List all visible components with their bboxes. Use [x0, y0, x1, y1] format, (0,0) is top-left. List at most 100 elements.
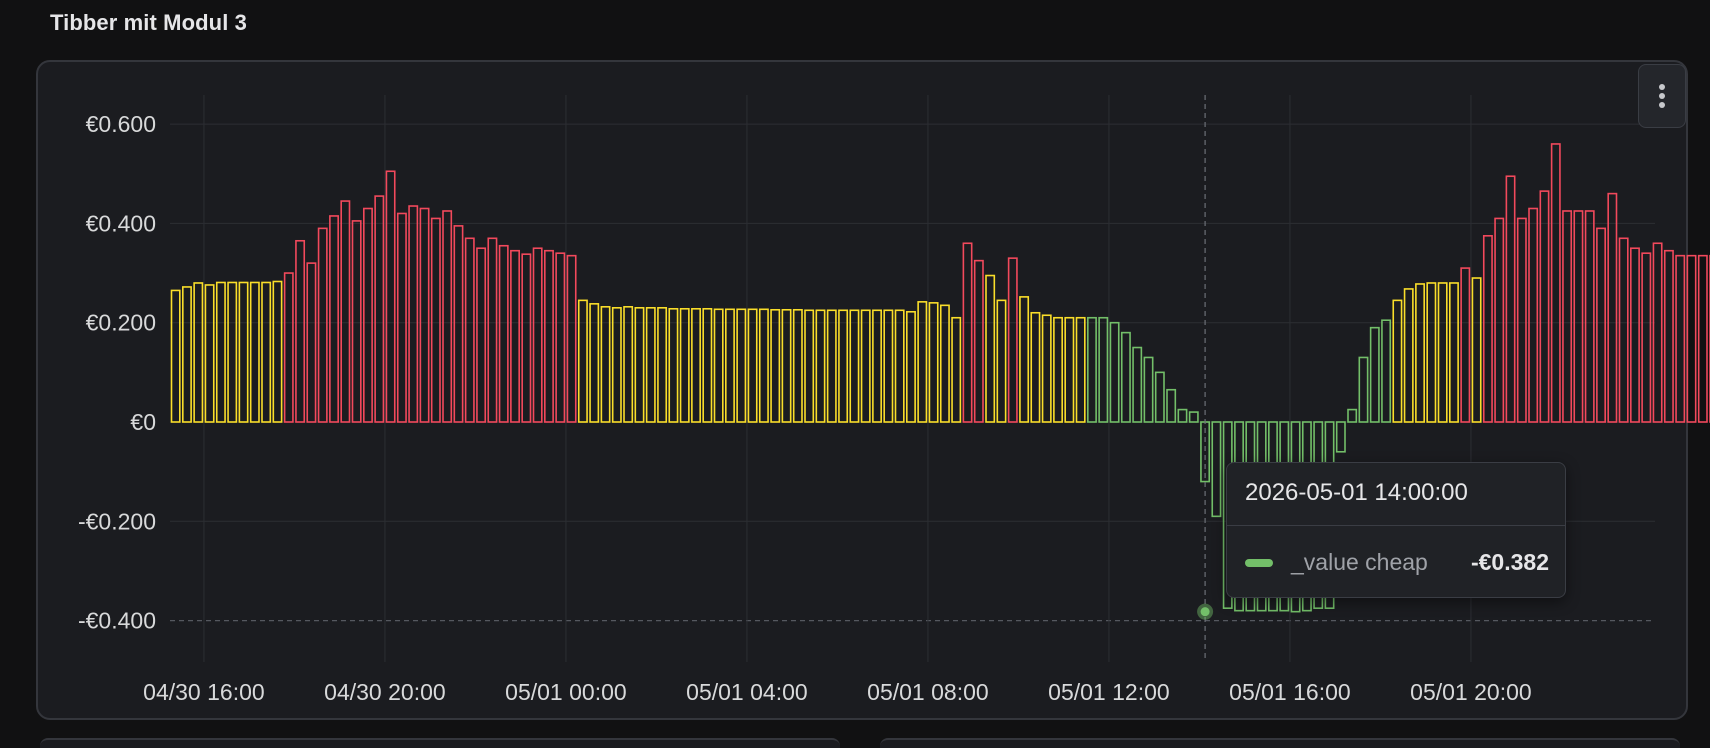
price-bar-expensive[interactable] — [1699, 256, 1707, 422]
price-bar-expensive[interactable] — [1642, 253, 1650, 422]
price-bar-chart[interactable]: €0.600€0.400€0.200€0-€0.200-€0.400 04/30… — [0, 0, 1710, 742]
price-bar-normal[interactable] — [918, 302, 926, 422]
panel-menu-button[interactable] — [1638, 64, 1686, 128]
price-bar-normal[interactable] — [669, 309, 677, 422]
price-bar-expensive[interactable] — [1563, 211, 1571, 422]
price-bar-cheap[interactable] — [1190, 412, 1198, 422]
price-bar-expensive[interactable] — [1529, 209, 1537, 422]
price-bar-normal[interactable] — [601, 307, 609, 422]
price-bar-expensive[interactable] — [296, 241, 304, 422]
price-bar-normal[interactable] — [850, 310, 858, 422]
price-bar-cheap[interactable] — [1348, 410, 1356, 422]
price-bar-cheap[interactable] — [1371, 328, 1379, 422]
price-bar-normal[interactable] — [624, 307, 632, 422]
price-bar-expensive[interactable] — [443, 211, 451, 422]
price-bar-expensive[interactable] — [1676, 256, 1684, 422]
price-bar-normal[interactable] — [658, 308, 666, 422]
price-bar-cheap[interactable] — [1382, 320, 1390, 422]
price-bar-normal[interactable] — [217, 282, 225, 422]
price-bar-normal[interactable] — [839, 310, 847, 422]
price-bar-normal[interactable] — [1054, 318, 1062, 422]
price-bar-expensive[interactable] — [409, 206, 417, 422]
price-bar-normal[interactable] — [613, 308, 621, 422]
price-bar-expensive[interactable] — [1009, 258, 1017, 422]
price-bar-cheap[interactable] — [1088, 318, 1096, 422]
price-bar-normal[interactable] — [647, 308, 655, 422]
price-bar-normal[interactable] — [579, 300, 587, 422]
price-bar-expensive[interactable] — [1574, 211, 1582, 422]
price-bar-cheap[interactable] — [1099, 318, 1107, 422]
price-bar-expensive[interactable] — [488, 238, 496, 422]
price-bar-expensive[interactable] — [1665, 251, 1673, 422]
price-bar-normal[interactable] — [635, 308, 643, 422]
price-bar-expensive[interactable] — [1506, 176, 1514, 422]
price-bar-normal[interactable] — [737, 309, 745, 422]
price-bar-cheap[interactable] — [1133, 348, 1141, 422]
price-bar-normal[interactable] — [782, 310, 790, 422]
price-bar-normal[interactable] — [703, 309, 711, 422]
price-bar-normal[interactable] — [1031, 313, 1039, 422]
price-bar-normal[interactable] — [1405, 289, 1413, 422]
price-bar-normal[interactable] — [862, 310, 870, 422]
price-bar-normal[interactable] — [997, 300, 1005, 422]
price-bar-expensive[interactable] — [364, 209, 372, 422]
price-bar-expensive[interactable] — [1540, 191, 1548, 422]
price-bar-expensive[interactable] — [1552, 144, 1560, 422]
price-bar-expensive[interactable] — [432, 218, 440, 422]
price-bar-expensive[interactable] — [1631, 248, 1639, 422]
price-bar-expensive[interactable] — [556, 253, 564, 422]
price-bar-normal[interactable] — [251, 282, 259, 422]
price-bar-cheap[interactable] — [1359, 357, 1367, 422]
price-bar-normal[interactable] — [681, 309, 689, 422]
price-bar-expensive[interactable] — [500, 246, 508, 422]
price-bar-expensive[interactable] — [307, 263, 315, 422]
price-bar-normal[interactable] — [873, 310, 881, 422]
price-bar-expensive[interactable] — [341, 201, 349, 422]
price-bar-expensive[interactable] — [353, 221, 361, 422]
price-bar-expensive[interactable] — [1518, 218, 1526, 422]
price-bar-normal[interactable] — [794, 310, 802, 422]
price-bar-normal[interactable] — [726, 309, 734, 422]
price-bar-expensive[interactable] — [1597, 228, 1605, 422]
price-bar-expensive[interactable] — [285, 273, 293, 422]
price-bar-normal[interactable] — [205, 285, 213, 422]
price-bar-normal[interactable] — [590, 304, 598, 422]
price-bar-normal[interactable] — [828, 310, 836, 422]
price-bar-cheap[interactable] — [1167, 390, 1175, 422]
price-bar-expensive[interactable] — [511, 251, 519, 422]
price-bar-expensive[interactable] — [1653, 243, 1661, 422]
price-bar-cheap[interactable] — [1144, 357, 1152, 422]
price-bar-expensive[interactable] — [567, 256, 575, 422]
price-bar-expensive[interactable] — [1687, 256, 1695, 422]
price-bar-expensive[interactable] — [420, 209, 428, 422]
price-bar-normal[interactable] — [1416, 284, 1424, 422]
price-bar-normal[interactable] — [1450, 283, 1458, 422]
price-bar-expensive[interactable] — [477, 248, 485, 422]
price-bar-normal[interactable] — [816, 310, 824, 422]
price-bar-cheap[interactable] — [1122, 333, 1130, 422]
price-bar-normal[interactable] — [805, 310, 813, 422]
price-bar-expensive[interactable] — [963, 243, 971, 422]
price-bar-expensive[interactable] — [466, 238, 474, 422]
price-bar-normal[interactable] — [1427, 283, 1435, 422]
price-bar-normal[interactable] — [228, 282, 236, 422]
price-bar-expensive[interactable] — [375, 196, 383, 422]
price-bar-cheap[interactable] — [1110, 323, 1118, 422]
price-bar-expensive[interactable] — [1484, 236, 1492, 422]
price-bar-normal[interactable] — [896, 310, 904, 422]
price-bar-normal[interactable] — [1393, 300, 1401, 422]
price-bar-normal[interactable] — [1472, 278, 1480, 422]
price-bar-normal[interactable] — [1043, 315, 1051, 422]
price-bar-normal[interactable] — [1439, 283, 1447, 422]
price-bar-normal[interactable] — [771, 310, 779, 422]
price-bar-expensive[interactable] — [1620, 238, 1628, 422]
price-bar-normal[interactable] — [692, 309, 700, 422]
price-bar-normal[interactable] — [183, 287, 191, 422]
price-bar-expensive[interactable] — [319, 228, 327, 422]
price-bar-expensive[interactable] — [1608, 194, 1616, 422]
price-bar-expensive[interactable] — [398, 213, 406, 422]
price-bar-expensive[interactable] — [386, 171, 394, 422]
price-bar-expensive[interactable] — [330, 216, 338, 422]
price-bar-normal[interactable] — [715, 309, 723, 422]
price-bar-expensive[interactable] — [1461, 268, 1469, 422]
